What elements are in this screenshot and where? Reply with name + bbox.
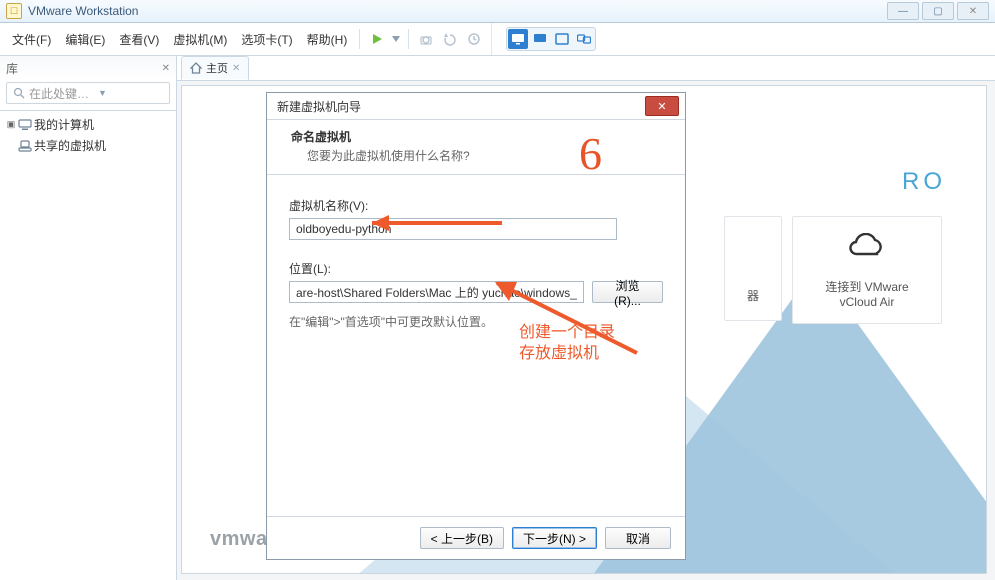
library-search[interactable]: 在此处键入内容进行搜索 ▼ [6, 82, 170, 104]
dialog-titlebar: 新建虚拟机向导 ✕ [267, 93, 685, 120]
search-placeholder: 在此处键入内容进行搜索 [29, 85, 94, 102]
dialog-heading: 命名虚拟机 [291, 128, 669, 145]
toolbar [492, 23, 602, 55]
maximize-button[interactable]: ▢ [922, 2, 954, 20]
cancel-button[interactable]: 取消 [605, 527, 671, 549]
dialog-title: 新建虚拟机向导 [277, 98, 361, 115]
clock-icon [467, 32, 481, 46]
product-pro-text: RO [902, 168, 946, 196]
menu-view[interactable]: 查看(V) [113, 29, 165, 50]
tab-home[interactable]: 主页 ✕ [181, 56, 249, 80]
menu-file[interactable]: 文件(F) [6, 29, 57, 50]
manage-snapshot-button[interactable] [463, 28, 485, 50]
app-title: VMware Workstation [28, 4, 138, 18]
card-line1: 连接到 VMware [801, 278, 933, 295]
library-header: 库 ✕ [0, 56, 176, 78]
view-mode-unity-button[interactable] [530, 29, 550, 49]
new-vm-wizard-dialog: 新建虚拟机向导 ✕ 命名虚拟机 您要为此虚拟机使用什么名称? 虚拟机名称(V):… [266, 92, 686, 560]
tree-item-my-computer[interactable]: ▣ 我的计算机 [0, 114, 176, 135]
power-menu-button[interactable] [390, 28, 402, 50]
minimize-button[interactable]: — [887, 2, 919, 20]
library-title: 库 [6, 60, 18, 77]
dialog-body: 虚拟机名称(V): 位置(L): 浏览(R)... 在"编辑">"首选项"中可更… [267, 175, 685, 516]
menubar: 文件(F) 编辑(E) 查看(V) 虚拟机(M) 选项卡(T) 帮助(H) [0, 23, 995, 56]
library-panel: 库 ✕ 在此处键入内容进行搜索 ▼ ▣ 我的计算机 共享的虚拟机 [0, 56, 177, 580]
view-mode-group [506, 27, 596, 51]
next-button[interactable]: 下一步(N) > [512, 527, 597, 549]
card-vcloud-air[interactable]: 连接到 VMware vCloud Air [792, 216, 942, 324]
expand-icon [6, 141, 16, 151]
tree-item-shared-vms[interactable]: 共享的虚拟机 [0, 135, 176, 156]
multimonitor-icon [577, 33, 591, 45]
vm-name-label: 虚拟机名称(V): [289, 197, 663, 214]
app-titlebar: ☐ VMware Workstation — ▢ ✕ [0, 0, 995, 23]
tab-strip: 主页 ✕ [177, 56, 995, 81]
computer-icon [18, 119, 32, 131]
snapshot-button[interactable] [415, 28, 437, 50]
dialog-close-button[interactable]: ✕ [645, 96, 679, 116]
card-label: 器 [733, 287, 773, 304]
dialog-subheading: 您要为此虚拟机使用什么名称? [291, 145, 669, 164]
power-on-button[interactable] [366, 28, 388, 50]
toolbar-separator [408, 29, 409, 49]
tree-item-label: 我的计算机 [34, 116, 94, 133]
default-location-hint: 在"编辑">"首选项"中可更改默认位置。 [289, 313, 663, 330]
fullscreen-icon [555, 33, 569, 45]
card-line2: vCloud Air [801, 295, 933, 309]
app-body: 库 ✕ 在此处键入内容进行搜索 ▼ ▣ 我的计算机 共享的虚拟机 [0, 56, 995, 580]
app-icon: ☐ [6, 3, 22, 19]
chevron-down-icon: ▼ [98, 88, 163, 98]
vm-location-row: 浏览(R)... [289, 281, 663, 303]
dialog-buttons: < 上一步(B) 下一步(N) > 取消 [267, 516, 685, 559]
shared-icon [18, 140, 32, 152]
card-remote-server[interactable]: 器 [724, 216, 782, 321]
tree-item-label: 共享的虚拟机 [34, 137, 106, 154]
tab-label: 主页 [206, 60, 228, 76]
vm-location-label: 位置(L): [289, 260, 663, 277]
cloud-icon [801, 233, 933, 268]
dialog-header: 命名虚拟机 您要为此虚拟机使用什么名称? [267, 120, 685, 175]
close-panel-button[interactable]: ✕ [162, 63, 170, 74]
menu-vm[interactable]: 虚拟机(M) [167, 29, 233, 50]
tab-close-button[interactable]: ✕ [232, 63, 240, 74]
main-area: 主页 ✕ RO 器 连接到 VMware vCloud Air vmware® [177, 56, 995, 580]
menu-items: 文件(F) 编辑(E) 查看(V) 虚拟机(M) 选项卡(T) 帮助(H) [0, 23, 492, 55]
view-mode-console-button[interactable] [508, 29, 528, 49]
revert-snapshot-button[interactable] [439, 28, 461, 50]
browse-button[interactable]: 浏览(R)... [592, 281, 663, 303]
monitor-icon [511, 33, 525, 45]
home-icon [190, 62, 202, 74]
back-button[interactable]: < 上一步(B) [420, 527, 504, 549]
window-controls: — ▢ ✕ [887, 2, 989, 20]
play-icon [370, 32, 384, 46]
next-label: 下一步(N) > [523, 530, 586, 547]
library-tree: ▣ 我的计算机 共享的虚拟机 [0, 110, 176, 580]
search-icon [13, 87, 25, 99]
screen-icon [533, 33, 547, 45]
back-label: < 上一步(B) [431, 530, 493, 547]
menu-tabs[interactable]: 选项卡(T) [235, 29, 298, 50]
toolbar-separator [359, 29, 360, 49]
menu-edit[interactable]: 编辑(E) [59, 29, 111, 50]
expand-icon: ▣ [6, 119, 16, 130]
close-window-button[interactable]: ✕ [957, 2, 989, 20]
revert-icon [443, 32, 457, 46]
chevron-down-icon [392, 36, 400, 42]
menu-help[interactable]: 帮助(H) [301, 29, 354, 50]
cancel-label: 取消 [626, 530, 650, 547]
snapshot-icon [419, 32, 433, 46]
view-mode-fullscreen-button[interactable] [552, 29, 572, 49]
browse-button-label: 浏览(R)... [603, 277, 652, 308]
vm-location-input[interactable] [289, 281, 584, 303]
home-content: RO 器 连接到 VMware vCloud Air vmware® 新建虚拟机 [181, 85, 987, 574]
view-mode-multi-button[interactable] [574, 29, 594, 49]
vm-name-input[interactable] [289, 218, 617, 240]
